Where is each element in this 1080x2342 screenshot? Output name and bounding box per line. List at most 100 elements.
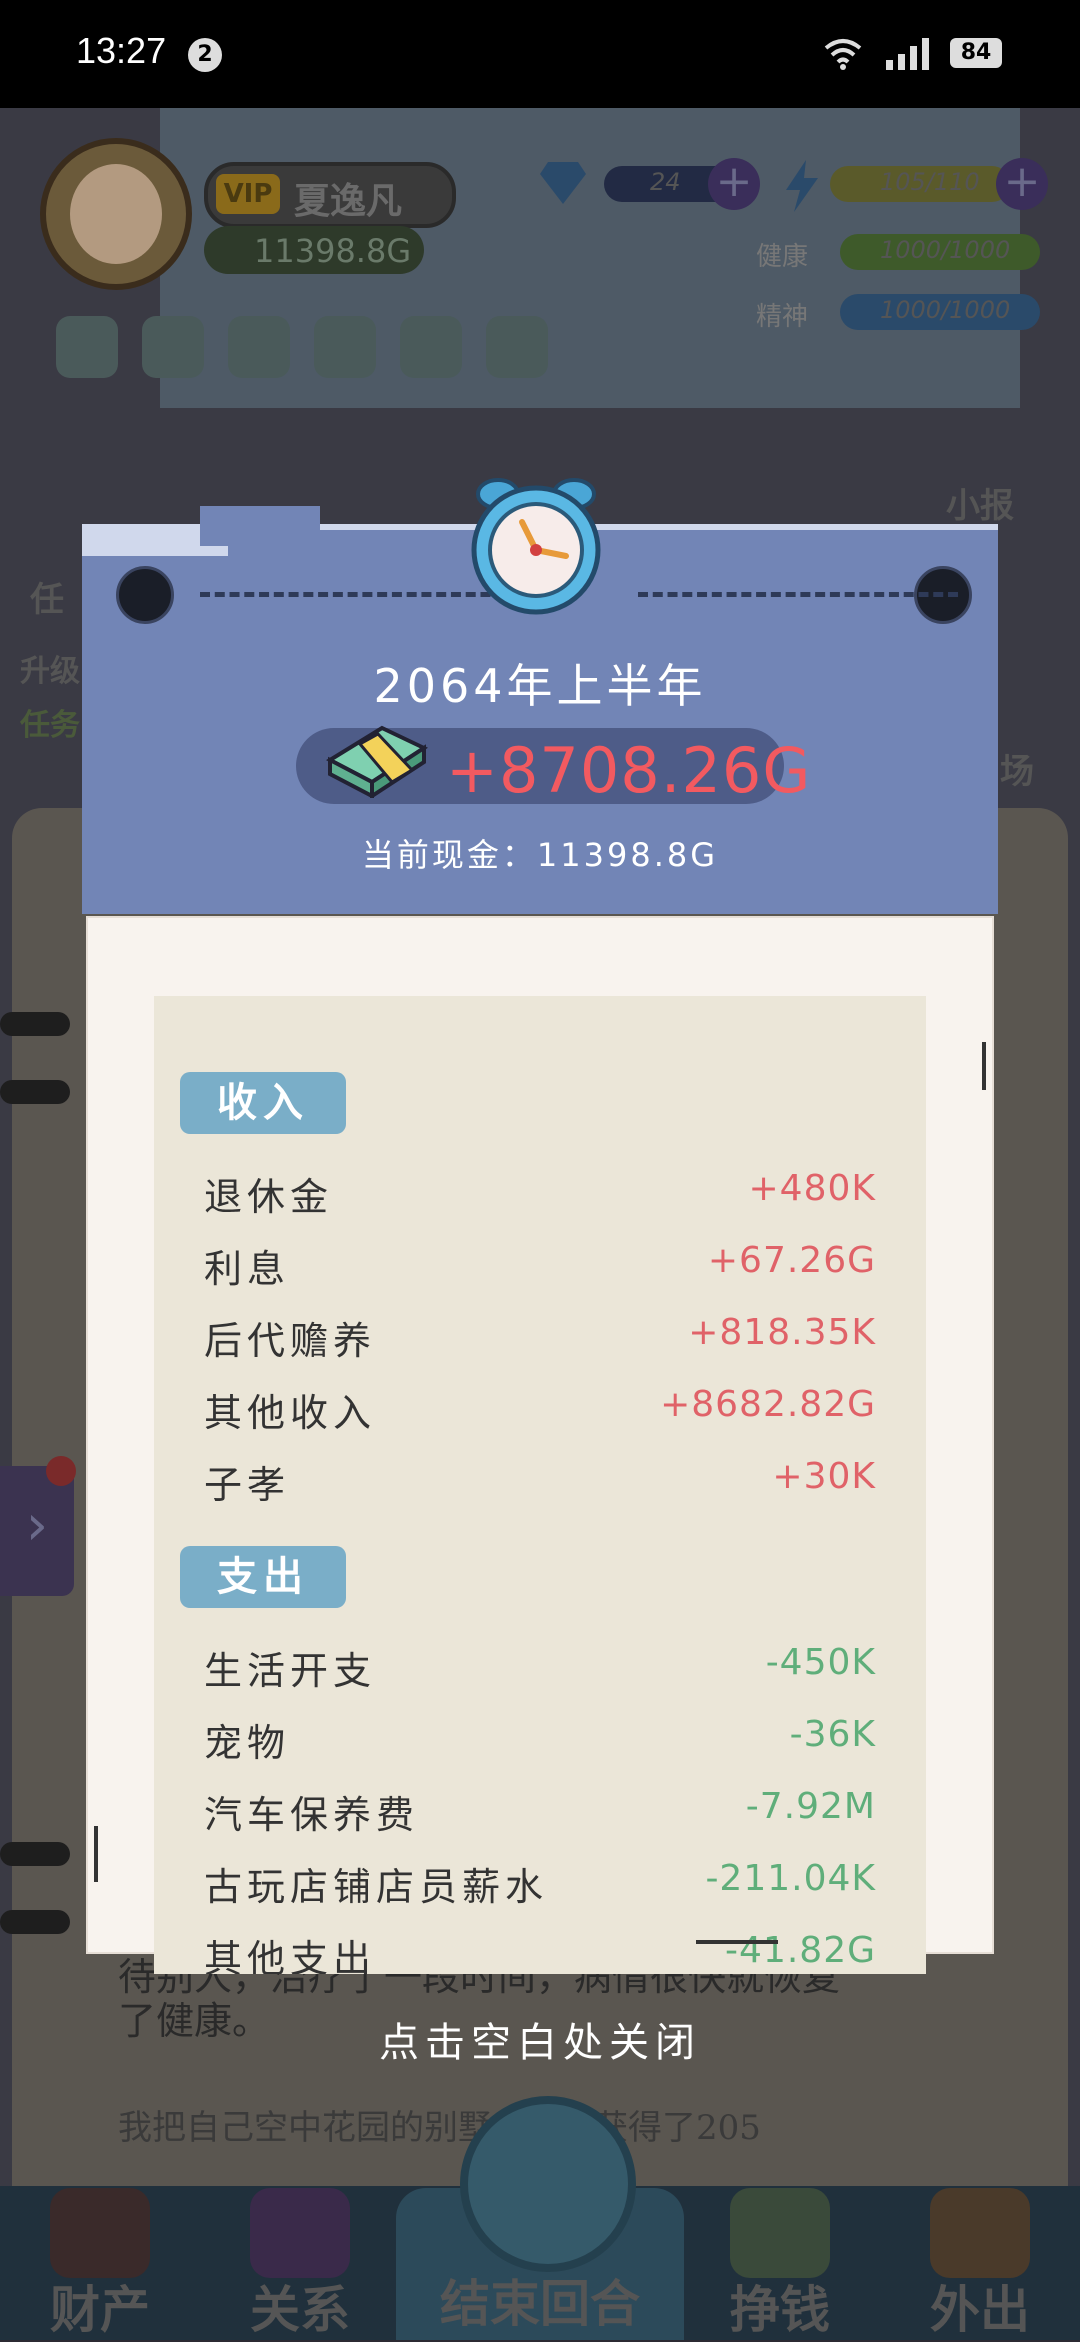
nav-assets-button[interactable]: 财产 (0, 2186, 200, 2340)
expense-item-label: 宠物 (204, 1721, 291, 1765)
income-item-value: +30K (772, 1456, 876, 1497)
end-turn-button[interactable]: 结束回合 (396, 2092, 684, 2340)
expense-row: 汽车保养费 -7.92M (154, 1778, 926, 1848)
expense-item-value: -211.04K (705, 1858, 876, 1899)
expense-row: 古玩店铺店员薪水 -211.04K (154, 1850, 926, 1920)
spirit-value: 1000/1000 (880, 296, 1011, 324)
income-item-label: 其他收入 (204, 1391, 377, 1435)
wifi-icon (824, 39, 862, 70)
status-icon-6[interactable] (486, 316, 548, 378)
energy-bolt-icon (786, 160, 818, 212)
energy-value: 105/110 (880, 168, 980, 196)
nav-earn-label: 挣钱 (730, 2281, 830, 2339)
newspaper-label[interactable]: 小报 (946, 478, 1014, 527)
spirit-label: 精神 (756, 302, 809, 332)
health-label: 健康 (756, 242, 809, 272)
income-item-label: 利息 (204, 1247, 291, 1291)
spirit-bar: 1000/1000 (840, 294, 1040, 330)
pin-icon (116, 566, 174, 624)
alarm-clock-icon (471, 478, 601, 615)
status-bar: 13:27 2 84 (0, 0, 1080, 108)
player-avatar[interactable] (40, 138, 192, 290)
player-cash-bar: 11398.8G (204, 226, 424, 274)
clock-time: 13:27 (76, 30, 167, 71)
end-turn-label: 结束回合 (440, 2275, 640, 2333)
scrollbar[interactable] (982, 1042, 986, 1090)
turn-summary-header: 2064年上半年 +8708.26G 当前现金：11398.8G (82, 478, 998, 914)
diamond-count: 24 (650, 168, 681, 196)
vip-badge: VIP (216, 174, 280, 214)
expense-item-label: 其他支出 (204, 1937, 377, 1974)
task-label[interactable]: 任 (30, 572, 64, 621)
income-row: 后代赡养 +818.35K (154, 1304, 926, 1374)
current-cash-text: 当前现金：11398.8G (361, 836, 719, 874)
close-hint[interactable]: 点击空白处关闭 (0, 2010, 1080, 2068)
health-bar: 1000/1000 (840, 234, 1040, 270)
expense-item-value: -7.92M (745, 1786, 876, 1827)
status-icon-2[interactable] (142, 316, 204, 378)
player-cash: 11398.8G (254, 232, 412, 270)
income-item-label: 退休金 (204, 1175, 334, 1219)
binder-ring (0, 1910, 70, 1934)
health-value: 1000/1000 (880, 236, 1011, 264)
cash-stack-icon (326, 725, 428, 798)
expense-item-label: 汽车保养费 (204, 1793, 420, 1837)
nav-go-out-button[interactable]: 外出 (880, 2186, 1080, 2340)
add-energy-button[interactable]: + (996, 158, 1048, 210)
nav-relations-label: 关系 (250, 2281, 350, 2339)
status-icon-3[interactable] (228, 316, 290, 378)
income-row: 子孝 +30K (154, 1448, 926, 1518)
nav-go-out-label: 外出 (930, 2281, 1030, 2339)
task-sub-label: 任务 (20, 708, 80, 743)
income-item-label: 后代赡养 (204, 1319, 377, 1363)
player-name-bar: VIP 夏逸凡 (204, 162, 456, 228)
nav-relations-button[interactable]: 关系 (200, 2186, 400, 2340)
status-icon-5[interactable] (400, 316, 462, 378)
income-item-value: +480K (748, 1168, 876, 1209)
binder-ring (0, 1012, 70, 1036)
contact-book-icon (250, 2188, 350, 2278)
expense-row: 其他支出 -41.82G (154, 1922, 926, 1974)
diamond-icon (540, 162, 586, 204)
finance-detail-panel: 收入 退休金 +480K 利息 +67.26G 后代赡养 +818.35K 其他… (86, 916, 994, 1974)
binder-ring (0, 1080, 70, 1104)
door-icon (930, 2188, 1030, 2278)
income-item-value: +8682.82G (660, 1384, 876, 1425)
expense-item-label: 古玩店铺店员薪水 (204, 1865, 549, 1909)
income-row: 退休金 +480K (154, 1160, 926, 1230)
income-row: 利息 +67.26G (154, 1232, 926, 1302)
nav-assets-label: 财产 (50, 2281, 150, 2339)
status-icon-4[interactable] (314, 316, 376, 378)
binder-ring (0, 1842, 70, 1866)
notification-count-badge: 2 (188, 38, 222, 72)
expense-item-label: 生活开支 (204, 1649, 377, 1693)
period-title: 2064年上半年 (373, 659, 707, 713)
avatar-face (70, 164, 162, 264)
money-fist-icon (730, 2188, 830, 2278)
income-item-value: +818.35K (688, 1312, 876, 1353)
finance-list-scroll[interactable]: 收入 退休金 +480K 利息 +67.26G 后代赡养 +818.35K 其他… (154, 996, 926, 1974)
alarm-clock-icon (460, 2096, 636, 2272)
add-diamonds-button[interactable]: + (708, 158, 760, 210)
income-item-label: 子孝 (204, 1463, 291, 1507)
turn-income-amount: +8708.26G (446, 734, 812, 807)
dashed-divider (638, 592, 958, 597)
panel-handle (696, 1940, 778, 1944)
income-item-value: +67.26G (707, 1240, 876, 1281)
market-label[interactable]: 场 (1000, 744, 1034, 793)
scrollbar[interactable] (94, 1826, 98, 1882)
upgrade-label: 升级 (20, 654, 80, 689)
status-icon-1[interactable] (56, 316, 118, 378)
expense-row: 宠物 -36K (154, 1706, 926, 1776)
energy-bar: 105/110 (830, 166, 1010, 202)
expense-item-value: -36K (789, 1714, 876, 1755)
cellular-signal-icon (886, 38, 929, 70)
player-name: 夏逸凡 (294, 181, 403, 222)
income-row: 其他收入 +8682.82G (154, 1376, 926, 1446)
turn-income-pill: +8708.26G (296, 725, 810, 807)
header-notch (200, 506, 320, 546)
nav-earn-button[interactable]: 挣钱 (680, 2186, 880, 2340)
expense-item-value: -450K (765, 1642, 876, 1683)
income-section-tag: 收入 (180, 1072, 346, 1134)
expense-item-value: -41.82G (725, 1930, 876, 1971)
